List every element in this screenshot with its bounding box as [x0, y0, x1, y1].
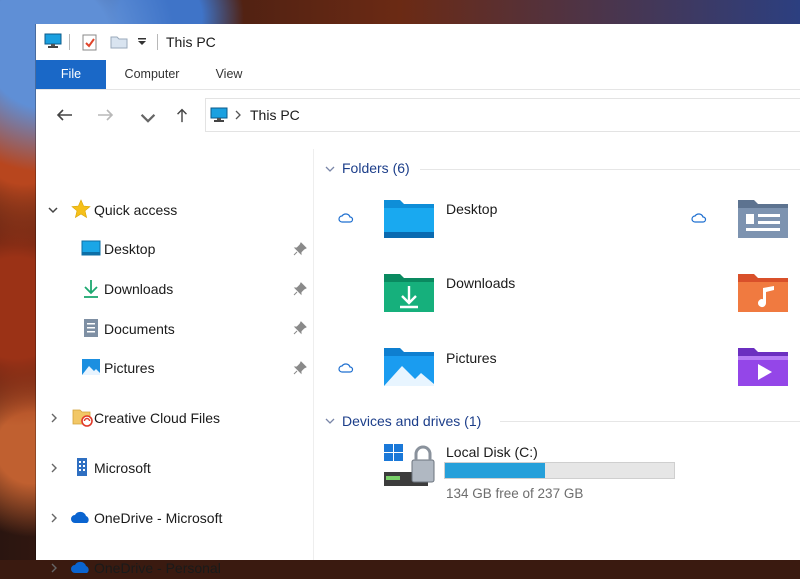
- windows-drive-icon[interactable]: [382, 442, 440, 490]
- star-icon: [71, 199, 91, 219]
- ribbon-tabs: File Computer View: [36, 60, 800, 90]
- desktop-icon: [81, 240, 101, 256]
- pin-icon[interactable]: [293, 242, 307, 256]
- address-bar[interactable]: This PC: [205, 98, 800, 132]
- tab-view[interactable]: View: [204, 60, 254, 89]
- tab-computer[interactable]: Computer: [112, 60, 192, 89]
- drive-usage-fill: [445, 463, 545, 478]
- cloud-status-icon: [338, 363, 354, 373]
- documents-icon: [84, 319, 98, 337]
- folder-label-pictures[interactable]: Pictures: [446, 350, 497, 366]
- pictures-icon: [82, 359, 100, 375]
- building-icon: [77, 458, 87, 476]
- download-icon: [84, 280, 98, 298]
- pictures-folder-icon[interactable]: [382, 344, 436, 388]
- section-header-devices[interactable]: Devices and drives (1): [342, 413, 481, 429]
- navigation-pane: Quick access Desktop Downloads Documents…: [36, 149, 313, 576]
- window-title: This PC: [166, 34, 216, 50]
- pin-icon[interactable]: [293, 321, 307, 335]
- toolbar-separator: [69, 34, 70, 50]
- section-divider: [420, 169, 800, 170]
- section-collapse-chevron-icon[interactable]: [325, 417, 335, 425]
- section-header-folders[interactable]: Folders (6): [342, 160, 410, 176]
- file-explorer-window: This PC File Computer View This PC Quick…: [36, 24, 800, 576]
- cloud-status-icon: [338, 213, 354, 223]
- forward-button[interactable]: [96, 107, 116, 123]
- this-pc-icon: [44, 33, 62, 48]
- drive-label-local-disk[interactable]: Local Disk (C:): [446, 444, 538, 460]
- music-folder-icon[interactable]: [736, 270, 790, 314]
- breadcrumb-chevron-icon[interactable]: [234, 110, 242, 120]
- cloud-status-icon: [691, 213, 707, 223]
- collapse-chevron-icon[interactable]: [49, 563, 59, 573]
- title-bar: This PC: [36, 24, 800, 60]
- downloads-folder-icon[interactable]: [382, 270, 436, 314]
- onedrive-icon: [71, 511, 89, 523]
- pane-divider: [313, 149, 314, 560]
- documents-folder-icon[interactable]: [736, 196, 790, 240]
- this-pc-icon: [210, 107, 228, 122]
- drive-free-space: 134 GB free of 237 GB: [446, 486, 584, 501]
- videos-folder-icon[interactable]: [736, 344, 790, 388]
- section-divider: [500, 421, 800, 422]
- collapse-chevron-icon[interactable]: [49, 413, 59, 423]
- expand-chevron-icon[interactable]: [48, 205, 58, 215]
- tab-file[interactable]: File: [36, 60, 106, 89]
- toolbar-separator: [157, 34, 158, 50]
- pin-icon[interactable]: [293, 282, 307, 296]
- folder-label-downloads[interactable]: Downloads: [446, 275, 515, 291]
- drive-usage-bar: [444, 462, 675, 479]
- section-collapse-chevron-icon[interactable]: [325, 165, 335, 173]
- properties-icon[interactable]: [82, 33, 98, 51]
- navigation-bar: This PC: [36, 90, 800, 140]
- desktop-folder-icon[interactable]: [382, 196, 436, 240]
- collapse-chevron-icon[interactable]: [49, 513, 59, 523]
- creative-cloud-icon: [72, 409, 93, 427]
- collapse-chevron-icon[interactable]: [49, 463, 59, 473]
- up-button[interactable]: [172, 107, 192, 123]
- pin-icon[interactable]: [293, 361, 307, 375]
- recent-locations-chevron-icon[interactable]: [138, 110, 158, 126]
- back-button[interactable]: [54, 107, 74, 123]
- breadcrumb-this-pc[interactable]: This PC: [250, 107, 300, 123]
- folder-label-desktop[interactable]: Desktop: [446, 201, 497, 217]
- onedrive-icon: [71, 561, 89, 573]
- new-folder-icon[interactable]: [110, 35, 128, 49]
- customize-toolbar-chevron-icon[interactable]: [137, 38, 147, 46]
